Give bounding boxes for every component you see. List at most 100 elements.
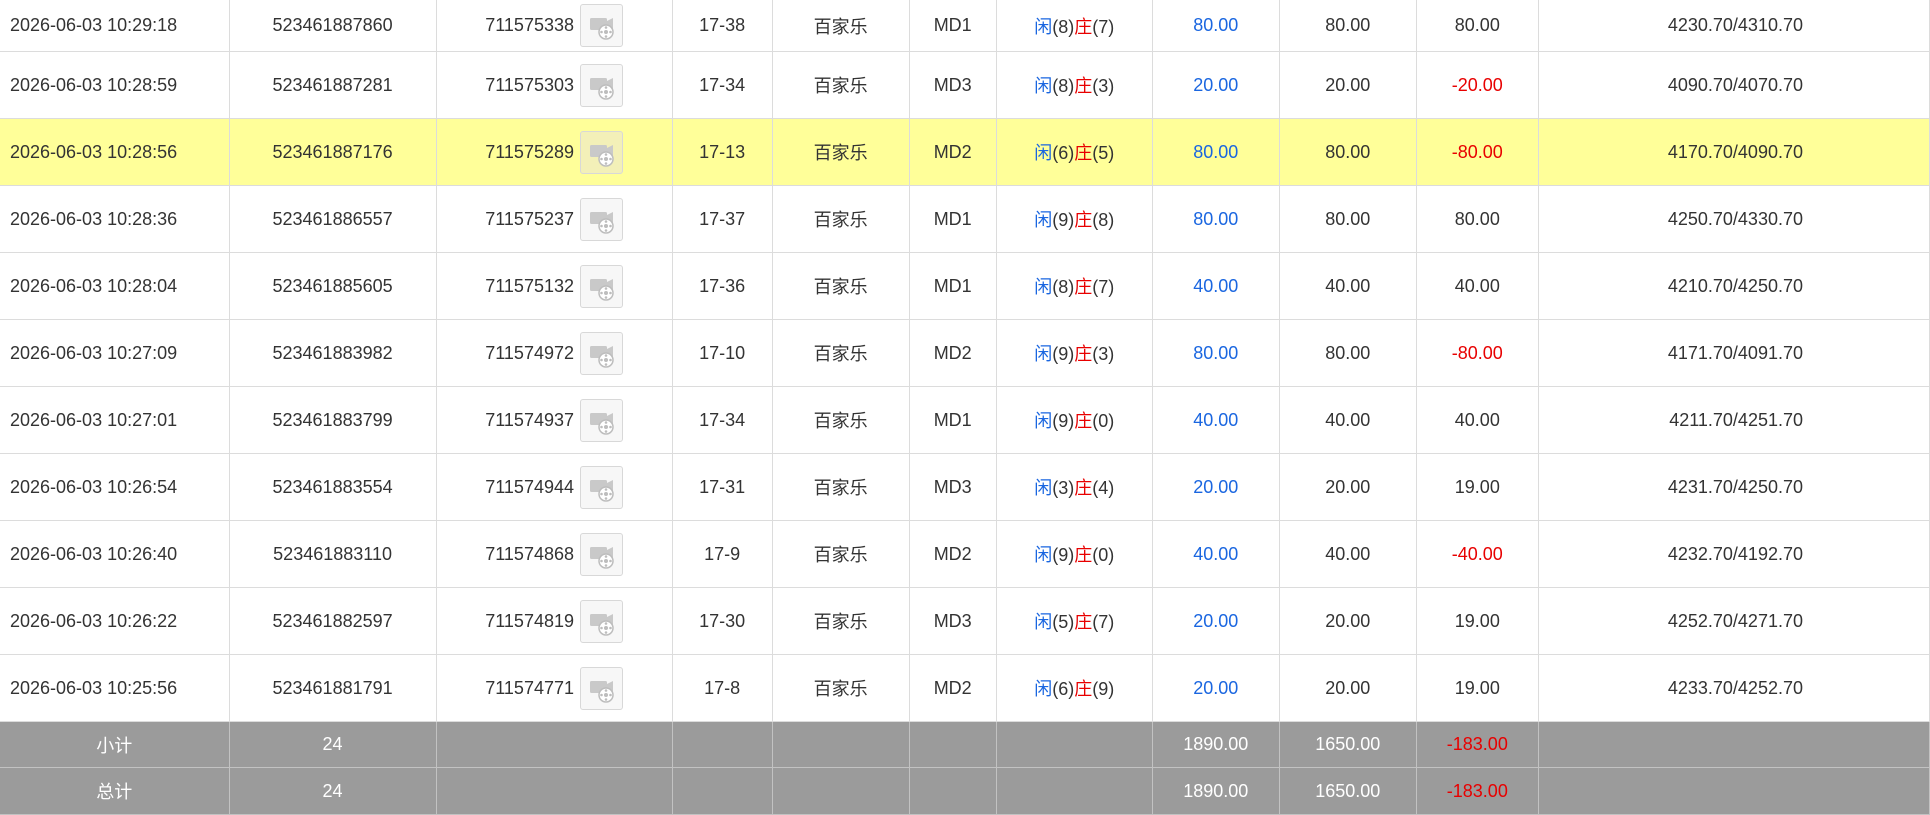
banker-score: (8) <box>1092 210 1115 230</box>
player-label: 闲 <box>1034 411 1053 431</box>
table-row[interactable]: 2026-06-03 10:27:01 523461883799 711574937… <box>0 386 1930 454</box>
bet-time: 2026-06-03 10:27:01 <box>0 386 230 454</box>
table-number: 17-38 <box>672 0 773 52</box>
bet-amount: 80.00 <box>1152 118 1280 186</box>
bet-time: 2026-06-03 10:28:36 <box>0 185 230 253</box>
bet-id: 711575303 <box>485 74 574 95</box>
room-code: MD2 <box>909 118 997 186</box>
result-cell: 闲(5)庄(7) <box>996 587 1153 655</box>
player-score: (3) <box>1052 478 1075 498</box>
table-row[interactable]: 2026-06-03 10:28:59 523461887281 711575303… <box>0 51 1930 119</box>
table-row[interactable]: 2026-06-03 10:29:18 523461887860 711575338… <box>0 0 1930 52</box>
table-row[interactable]: 2026-06-03 10:26:22 523461882597 711574819… <box>0 587 1930 655</box>
bet-id-cell: 711574944 <box>436 453 673 521</box>
banker-label: 庄 <box>1074 478 1093 498</box>
banker-score: (9) <box>1092 679 1115 699</box>
table-row[interactable]: 2026-06-03 10:26:40 523461883110 711574868… <box>0 520 1930 588</box>
order-id: 523461887281 <box>229 51 437 119</box>
table-number: 17-8 <box>672 654 773 722</box>
balance: 4250.70/4330.70 <box>1538 185 1930 253</box>
win-amount: -40.00 <box>1416 520 1539 588</box>
table-row[interactable]: 2026-06-03 10:28:36 523461886557 711575237… <box>0 185 1930 253</box>
banker-label: 庄 <box>1074 210 1093 230</box>
win-amount: 80.00 <box>1416 185 1539 253</box>
total-win: -183.00 <box>1416 767 1539 815</box>
bet-time: 2026-06-03 10:28:56 <box>0 118 230 186</box>
bet-id-cell: 711575132 <box>436 252 673 320</box>
result-cell: 闲(3)庄(4) <box>996 453 1153 521</box>
room-code: MD1 <box>909 252 997 320</box>
video-replay-icon[interactable] <box>580 264 623 308</box>
video-replay-icon[interactable] <box>580 130 623 174</box>
order-id: 523461883799 <box>229 386 437 454</box>
banker-score: (3) <box>1092 344 1115 364</box>
subtotal-label: 小计 <box>0 721 230 768</box>
video-replay-icon[interactable] <box>580 465 623 509</box>
valid-amount: 80.00 <box>1279 185 1417 253</box>
bet-amount: 20.00 <box>1152 587 1280 655</box>
order-id: 523461885605 <box>229 252 437 320</box>
video-replay-icon[interactable] <box>580 599 623 643</box>
valid-amount: 80.00 <box>1279 0 1417 52</box>
game-name: 百家乐 <box>772 0 910 52</box>
win-amount: -20.00 <box>1416 51 1539 119</box>
video-replay-icon[interactable] <box>580 532 623 576</box>
room-code: MD1 <box>909 0 997 52</box>
table-row[interactable]: 2026-06-03 10:28:04 523461885605 711575132… <box>0 252 1930 320</box>
bet-amount: 20.00 <box>1152 51 1280 119</box>
win-amount: 19.00 <box>1416 654 1539 722</box>
bet-amount: 80.00 <box>1152 0 1280 52</box>
bet-id-cell: 711575303 <box>436 51 673 119</box>
total-bet: 1890.00 <box>1152 767 1280 815</box>
banker-score: (7) <box>1092 277 1115 297</box>
game-name: 百家乐 <box>772 654 910 722</box>
balance: 4232.70/4192.70 <box>1538 520 1930 588</box>
table-number: 17-37 <box>672 185 773 253</box>
video-replay-icon[interactable] <box>580 4 623 47</box>
bet-id: 711575338 <box>485 15 574 35</box>
valid-amount: 40.00 <box>1279 520 1417 588</box>
video-replay-icon[interactable] <box>580 398 623 442</box>
valid-amount: 20.00 <box>1279 654 1417 722</box>
game-name: 百家乐 <box>772 386 910 454</box>
balance: 4090.70/4070.70 <box>1538 51 1930 119</box>
table-number: 17-30 <box>672 587 773 655</box>
win-amount: 19.00 <box>1416 587 1539 655</box>
table-row[interactable]: 2026-06-03 10:27:09 523461883982 711574972… <box>0 319 1930 387</box>
bet-amount: 40.00 <box>1152 252 1280 320</box>
bet-id-cell: 711574771 <box>436 654 673 722</box>
player-label: 闲 <box>1034 545 1053 565</box>
video-replay-icon[interactable] <box>580 63 623 107</box>
video-replay-icon[interactable] <box>580 666 623 710</box>
video-replay-icon[interactable] <box>580 331 623 375</box>
order-id: 523461887860 <box>229 0 437 52</box>
result-cell: 闲(8)庄(7) <box>996 0 1153 52</box>
video-replay-icon[interactable] <box>580 197 623 241</box>
subtotal-count: 24 <box>229 721 437 768</box>
bet-records-table: 2026-06-03 10:29:18 523461887860 711575338… <box>0 0 1930 815</box>
subtotal-bet: 1890.00 <box>1152 721 1280 768</box>
bet-id: 711574819 <box>485 610 574 631</box>
valid-amount: 80.00 <box>1279 118 1417 186</box>
bet-id-cell: 711575289 <box>436 118 673 186</box>
table-row[interactable]: 2026-06-03 10:25:56 523461881791 711574771… <box>0 654 1930 722</box>
valid-amount: 40.00 <box>1279 386 1417 454</box>
table-row[interactable]: 2026-06-03 10:28:56 523461887176 711575289… <box>0 118 1930 186</box>
result-cell: 闲(8)庄(3) <box>996 51 1153 119</box>
player-score: (8) <box>1052 16 1075 37</box>
banker-score: (7) <box>1092 612 1115 632</box>
table-number: 17-31 <box>672 453 773 521</box>
banker-label: 庄 <box>1074 679 1093 699</box>
bet-id-cell: 711574937 <box>436 386 673 454</box>
valid-amount: 40.00 <box>1279 252 1417 320</box>
total-valid: 1650.00 <box>1279 767 1417 815</box>
game-name: 百家乐 <box>772 252 910 320</box>
win-amount: 40.00 <box>1416 252 1539 320</box>
order-id: 523461887176 <box>229 118 437 186</box>
result-cell: 闲(9)庄(0) <box>996 386 1153 454</box>
total-row: 总计 24 1890.00 1650.00 -183.00 <box>0 767 1930 815</box>
table-number: 17-13 <box>672 118 773 186</box>
bet-amount: 40.00 <box>1152 386 1280 454</box>
banker-score: (0) <box>1092 411 1115 431</box>
table-row[interactable]: 2026-06-03 10:26:54 523461883554 711574944… <box>0 453 1930 521</box>
